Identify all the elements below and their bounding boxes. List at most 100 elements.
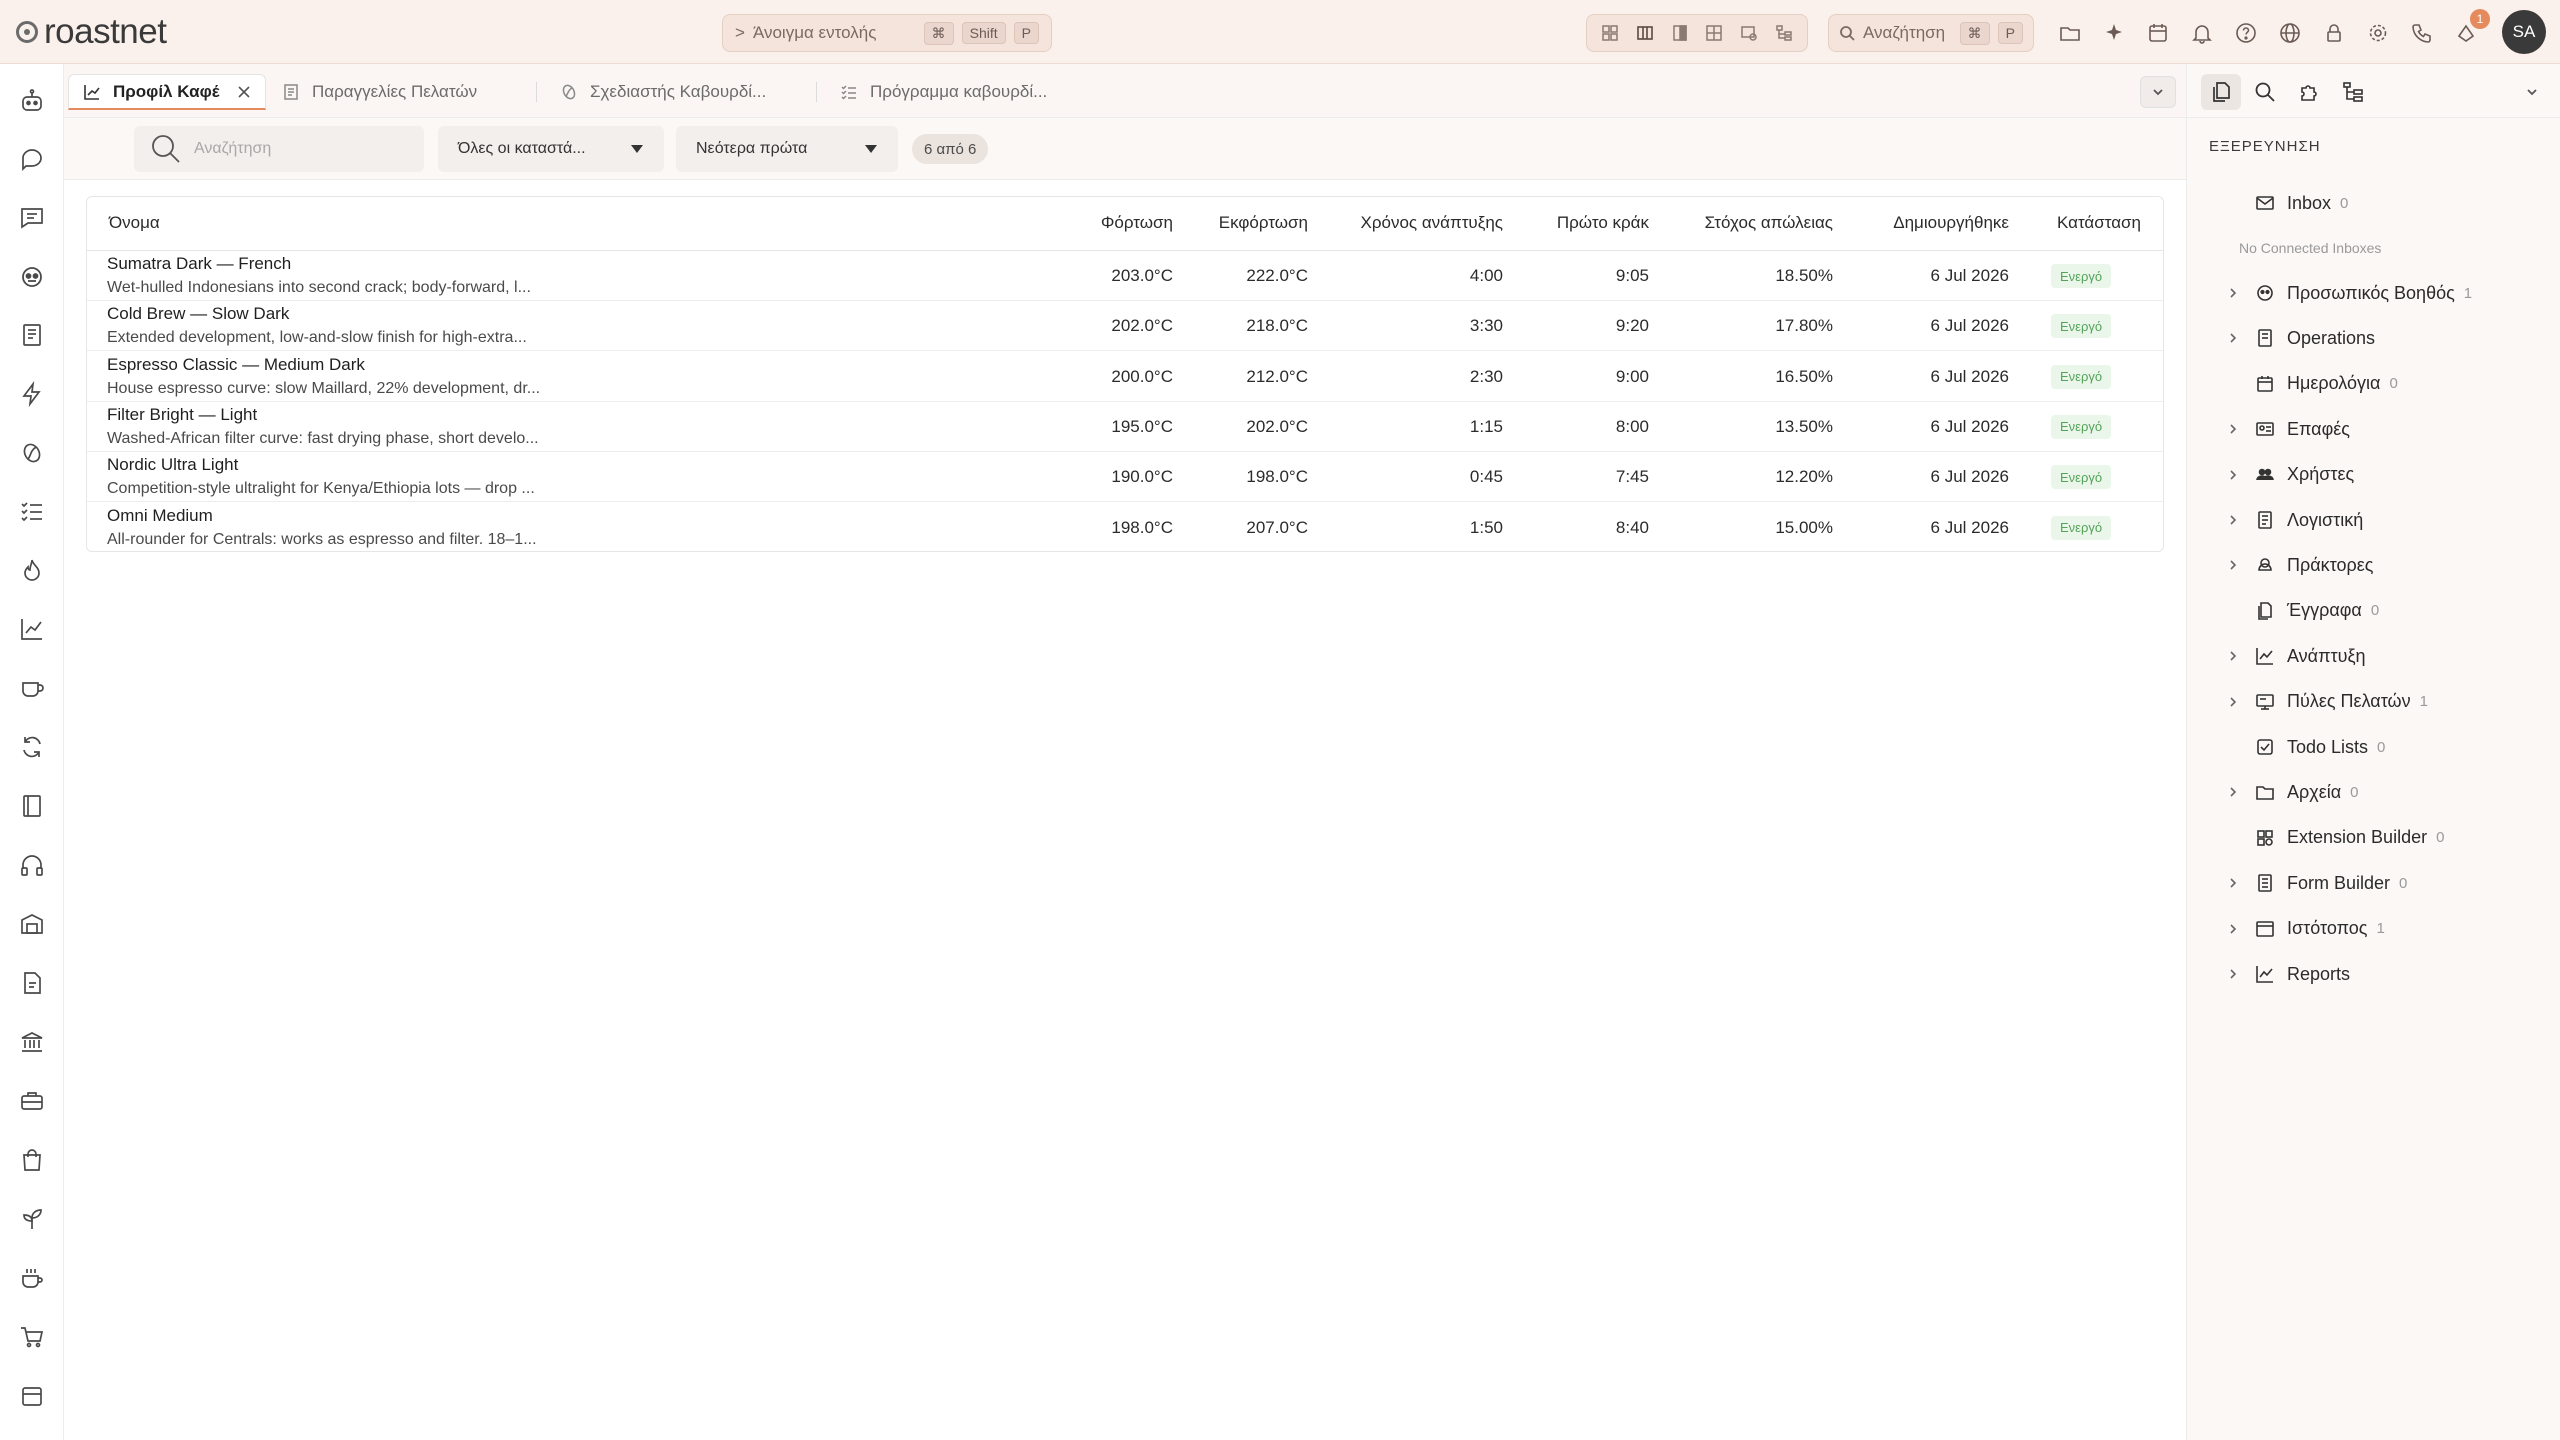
explorer-item[interactable]: Προσωπικός Βοηθός 1 <box>2227 276 2472 310</box>
chevron-right-icon[interactable] <box>2227 469 2255 481</box>
table-row[interactable]: Cold Brew — Slow Dark Extended developmen… <box>87 301 2163 352</box>
explorer-item[interactable]: Ανάπτυξη <box>2227 639 2366 673</box>
tab-coffee-profiles[interactable]: Προφίλ Καφέ <box>68 74 266 110</box>
warehouse-icon[interactable] <box>17 909 47 939</box>
tab-roast-designer[interactable]: Σχεδιαστής Καβουρδί... <box>546 74 780 110</box>
layout-search-icon[interactable] <box>1738 22 1760 44</box>
explorer-item[interactable]: Operations <box>2227 321 2375 355</box>
puzzle-icon[interactable] <box>2289 74 2329 110</box>
hierarchy-icon[interactable] <box>2333 74 2373 110</box>
chevron-right-icon[interactable] <box>2227 968 2255 980</box>
layout-split-icon[interactable] <box>1703 22 1725 44</box>
chevron-right-icon[interactable] <box>2227 650 2255 662</box>
chevron-right-icon[interactable] <box>2227 514 2255 526</box>
explorer-item[interactable]: Αρχεία 0 <box>2227 775 2358 809</box>
shopping-bag-icon[interactable] <box>17 1145 47 1175</box>
explorer-item[interactable]: Λογιστική <box>2227 503 2363 537</box>
files-tab-icon[interactable] <box>2201 74 2241 110</box>
explorer-item-inbox[interactable]: Inbox 0 <box>2227 186 2348 220</box>
chevron-right-icon[interactable] <box>2227 332 2255 344</box>
bank-icon[interactable] <box>17 1027 47 1057</box>
column-header-loss-target[interactable]: Στόχος απώλειας <box>1705 213 1833 233</box>
column-header-name[interactable]: Όνομα <box>109 213 160 233</box>
explorer-item[interactable]: Έγγραφα 0 <box>2227 594 2379 628</box>
store-icon[interactable] <box>17 1381 47 1411</box>
user-avatar[interactable]: SA <box>2502 10 2546 54</box>
tabs-overflow-button[interactable] <box>2140 76 2176 108</box>
messages-icon[interactable] <box>17 203 47 233</box>
chevron-right-icon[interactable] <box>2227 877 2255 889</box>
status-filter-select[interactable]: Όλες οι καταστά... <box>438 126 664 172</box>
explorer-item[interactable]: Πράκτορες <box>2227 548 2373 582</box>
ledger-icon[interactable] <box>17 320 47 350</box>
layout-tree-icon[interactable] <box>1773 22 1795 44</box>
chat-bubble-icon[interactable] <box>17 144 47 174</box>
table-row[interactable]: Filter Bright — Light Washed-African filt… <box>87 402 2163 452</box>
explorer-item[interactable]: Επαφές <box>2227 412 2350 446</box>
layout-sidebar-icon[interactable] <box>1669 22 1691 44</box>
sparkle-icon[interactable] <box>2100 19 2128 47</box>
chevron-down-icon[interactable] <box>2520 80 2544 104</box>
explorer-item[interactable]: Ημερολόγια 0 <box>2227 367 2398 401</box>
table-row[interactable]: Sumatra Dark — French Wet-hulled Indonesi… <box>87 251 2163 301</box>
gear-icon[interactable] <box>2364 19 2392 47</box>
tab-customer-orders[interactable]: Παραγγελίες Πελατών <box>268 74 491 110</box>
chevron-right-icon[interactable] <box>2227 287 2255 299</box>
global-search-button[interactable]: Αναζήτηση ⌘ P <box>1828 14 2034 52</box>
sort-select[interactable]: Νεότερα πρώτα <box>676 126 898 172</box>
explorer-item[interactable]: Extension Builder 0 <box>2227 821 2444 855</box>
table-search-input[interactable]: Αναζήτηση <box>134 126 424 172</box>
column-header-created[interactable]: Δημιουργήθηκε <box>1893 213 2009 233</box>
explorer-item[interactable]: Πύλες Πελατών 1 <box>2227 685 2428 719</box>
lightning-icon[interactable] <box>17 379 47 409</box>
chevron-right-icon[interactable] <box>2227 423 2255 435</box>
layout-columns-icon[interactable] <box>1634 22 1656 44</box>
help-icon[interactable] <box>2232 19 2260 47</box>
app-logo[interactable]: roastnet <box>16 12 167 52</box>
close-icon[interactable] <box>237 85 251 99</box>
chevron-right-icon[interactable] <box>2227 786 2255 798</box>
column-header-status[interactable]: Κατάσταση <box>2057 213 2141 233</box>
invoice-icon[interactable] <box>17 968 47 998</box>
phone-icon[interactable] <box>2408 19 2436 47</box>
calendar-check-icon[interactable] <box>2144 19 2172 47</box>
chevron-right-icon[interactable] <box>2227 696 2255 708</box>
robot-icon[interactable] <box>17 86 47 116</box>
chevron-right-icon[interactable] <box>2227 923 2255 935</box>
flame-icon[interactable] <box>17 555 47 585</box>
bean-icon[interactable] <box>17 438 47 468</box>
column-header-drop[interactable]: Εκφόρτωση <box>1219 213 1308 233</box>
book-icon[interactable] <box>17 791 47 821</box>
command-palette-button[interactable]: > Άνοιγμα εντολής ⌘ Shift P <box>722 14 1052 52</box>
hot-drink-icon[interactable] <box>17 1263 47 1293</box>
explorer-item[interactable]: Todo Lists 0 <box>2227 730 2385 764</box>
list-check-icon[interactable] <box>17 496 47 526</box>
globe-icon[interactable] <box>2276 19 2304 47</box>
bell-icon[interactable] <box>2188 19 2216 47</box>
assistant-icon[interactable] <box>17 262 47 292</box>
table-row[interactable]: Espresso Classic — Medium Dark House espr… <box>87 352 2163 402</box>
explorer-item[interactable]: Χρήστες <box>2227 458 2354 492</box>
explorer-item[interactable]: Form Builder 0 <box>2227 866 2407 900</box>
table-row[interactable]: Omni Medium All-rounder for Centrals: wor… <box>87 503 2163 552</box>
updates-icon[interactable]: 1 <box>2452 9 2490 47</box>
explorer-item[interactable]: Ιστότοπος 1 <box>2227 912 2385 946</box>
column-header-charge[interactable]: Φόρτωση <box>1101 213 1173 233</box>
lock-icon[interactable] <box>2320 19 2348 47</box>
folder-icon[interactable] <box>2056 19 2084 47</box>
column-header-first-crack[interactable]: Πρώτο κράκ <box>1557 213 1649 233</box>
cart-icon[interactable] <box>17 1322 47 1352</box>
toolbox-icon[interactable] <box>17 1086 47 1116</box>
layout-grid-icon[interactable] <box>1599 22 1621 44</box>
table-row[interactable]: Nordic Ultra Light Competition-style ultr… <box>87 452 2163 503</box>
refresh-icon[interactable] <box>17 732 47 762</box>
search-icon[interactable] <box>2245 74 2285 110</box>
tab-roast-schedule[interactable]: Πρόγραμμα καβουρδί... <box>826 74 1061 110</box>
headphones-icon[interactable] <box>17 850 47 880</box>
explorer-item[interactable]: Reports <box>2227 957 2350 991</box>
chart-line-icon[interactable] <box>17 614 47 644</box>
column-header-dev-time[interactable]: Χρόνος ανάπτυξης <box>1361 213 1504 233</box>
chevron-right-icon[interactable] <box>2227 559 2255 571</box>
sprout-icon[interactable] <box>17 1204 47 1234</box>
coffee-cup-icon[interactable] <box>17 673 47 703</box>
